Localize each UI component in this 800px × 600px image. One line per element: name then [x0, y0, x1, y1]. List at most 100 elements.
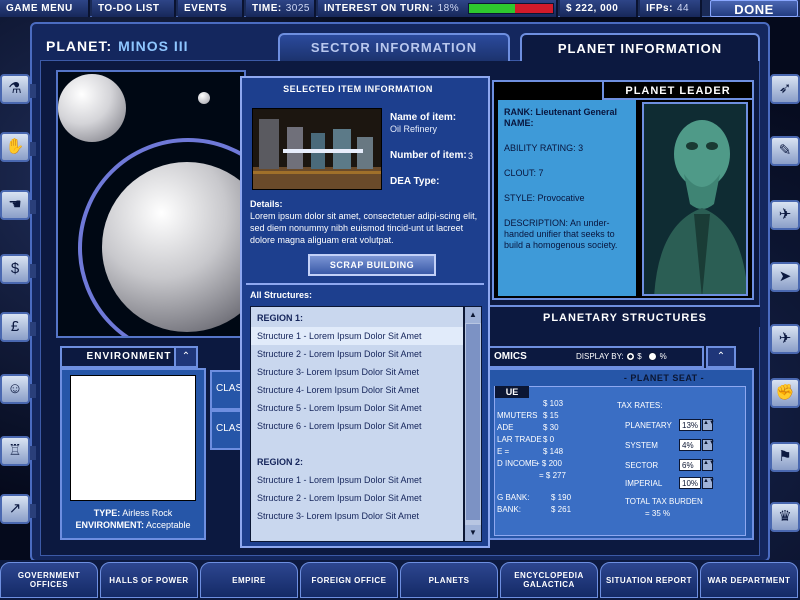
tax-label-imperial: IMPERIAL [625, 479, 663, 488]
display-by-label: DISPLAY BY: [576, 352, 624, 361]
game-menu-button[interactable]: GAME MENU [0, 0, 90, 17]
ifps-value: 44 [676, 3, 690, 14]
time-label: TIME: [252, 3, 282, 14]
scroll-down-icon[interactable]: ▼ [465, 525, 481, 541]
tab-planetary-structures[interactable]: PLANETARY STRUCTURES [490, 305, 760, 327]
tab-foreign-office[interactable]: FOREIGN OFFICE [300, 562, 398, 598]
flask-icon[interactable]: ⚗ [0, 74, 36, 104]
oil-refinery-image [252, 108, 382, 190]
tab-encyclopedia-galactica[interactable]: ENCYCLOPEDIA GALACTICA [500, 562, 598, 598]
economics-tab[interactable]: UE [495, 386, 529, 398]
tax-stepper-sector[interactable]: ▲▼ [702, 459, 715, 471]
tab-halls-of-power[interactable]: HALLS OF POWER [100, 562, 198, 598]
time-display: TIME: 3025 [246, 0, 316, 17]
econ-row-value: $ 148 [543, 447, 564, 456]
tax-stepper-system[interactable]: ▲▼ [702, 439, 715, 451]
todo-list-button[interactable]: TO-DO LIST [92, 0, 176, 17]
interest-bar-fill [469, 4, 516, 13]
environment-collapse-icon[interactable]: ⌃ [174, 346, 198, 368]
scroll-up-icon[interactable]: ▲ [465, 307, 481, 323]
tax-rates-label: TAX RATES: [617, 401, 663, 410]
scroll-thumb[interactable] [466, 324, 480, 520]
region-header: REGION 2: [257, 457, 304, 467]
tax-label-planetary: PLANETARY [625, 421, 672, 430]
trophy-icon[interactable]: ♛ [770, 502, 800, 532]
org-chart-icon[interactable]: ♖ [0, 436, 36, 466]
scrap-building-button[interactable]: SCRAP BUILDING [308, 254, 436, 276]
popup-divider [246, 283, 484, 285]
pound-icon[interactable]: £ [0, 312, 36, 342]
hand-icon[interactable]: ☚ [0, 190, 36, 220]
econ-row-value: $ 0 [543, 435, 555, 444]
tax-label-system: SYSTEM [625, 441, 658, 450]
structures-scrollbar[interactable]: ▲ ▼ [464, 306, 482, 542]
all-structures-label: All Structures: [250, 290, 313, 300]
total-tax-value: = 35 % [645, 509, 671, 518]
list-item[interactable]: Structure 2 - Lorem Ipsum Dolor Sit Amet [251, 489, 463, 507]
list-item[interactable]: Structure 4- Lorem Ipsum Dolor Sit Amet [251, 381, 463, 399]
leader-rank: RANK: Lieutenant General [504, 107, 618, 117]
list-item[interactable]: Structure 5 - Lorem Ipsum Dolor Sit Amet [251, 399, 463, 417]
tab-government-offices[interactable]: GOVERNMENT OFFICES [0, 562, 98, 598]
radio-percent[interactable] [648, 352, 658, 362]
tax-input-planetary[interactable]: 13% [679, 419, 701, 431]
leader-description: DESCRIPTION: An under-handed unifier tha… [504, 218, 618, 250]
tab-situation-report[interactable]: SITUATION REPORT [600, 562, 698, 598]
rocket-icon[interactable]: ➶ [770, 74, 800, 104]
environment-rating: ENVIRONMENT: Acceptable [62, 520, 204, 530]
handshake-icon[interactable]: ✋ [0, 132, 36, 162]
econ-row-label: MMUTERS [497, 411, 538, 420]
ifps-display: IFPs: 44 [640, 0, 702, 17]
interest-display: INTEREST ON TURN: 18% [318, 0, 558, 17]
econ-row-label: ADE [497, 423, 514, 432]
line-chart-icon[interactable]: ↗ [0, 494, 36, 524]
tab-empire[interactable]: EMPIRE [200, 562, 298, 598]
list-item[interactable]: Structure 1 - Lorem Ipsum Dolor Sit Amet [251, 471, 463, 489]
dollar-icon[interactable]: $ [0, 254, 36, 284]
wrench-icon[interactable]: ✎ [770, 136, 800, 166]
tax-input-sector[interactable]: 6% [679, 459, 701, 471]
details-label: Details: [250, 199, 283, 209]
tax-stepper-imperial[interactable]: ▲▼ [702, 477, 715, 489]
region-header: REGION 1: [257, 313, 304, 323]
type-label: TYPE: [93, 508, 121, 518]
done-button[interactable]: DONE [710, 0, 798, 17]
list-item[interactable]: Structure 2 - Lorem Ipsum Dolor Sit Amet [251, 345, 463, 363]
radio-percent-label: % [659, 352, 667, 361]
leader-clout: CLOUT: 7 [504, 168, 544, 178]
item-number-label: Number of item: [390, 150, 467, 161]
tab-sector-information[interactable]: SECTOR INFORMATION [278, 33, 510, 61]
environment-label: ENVIRONMENT: [75, 520, 144, 530]
planet-view [56, 70, 246, 338]
events-button[interactable]: EVENTS [178, 0, 244, 17]
people-icon[interactable]: ☺ [0, 374, 36, 404]
tab-war-department[interactable]: WAR DEPARTMENT [700, 562, 798, 598]
plane-icon[interactable]: ✈ [770, 200, 800, 230]
popup-drag-handle[interactable] [468, 76, 490, 94]
selected-item-title: SELECTED ITEM INFORMATION [283, 84, 433, 94]
tab-planets[interactable]: PLANETS [400, 562, 498, 598]
interest-value: 18% [437, 3, 460, 14]
list-item[interactable]: Structure 6 - Lorem Ipsum Dolor Sit Amet [251, 417, 463, 435]
tax-input-imperial[interactable]: 10% [679, 477, 701, 489]
fighter-icon[interactable]: ➤ [770, 262, 800, 292]
leader-info: RANK: Lieutenant General NAME: ABILITY R… [498, 100, 636, 296]
economics-collapse-icon[interactable]: ⌃ [706, 346, 736, 368]
fist-icon[interactable]: ✊ [770, 378, 800, 408]
tax-stepper-planetary[interactable]: ▲▼ [702, 419, 715, 431]
tax-input-system[interactable]: 4% [679, 439, 701, 451]
tab-planet-information[interactable]: PLANET INFORMATION [520, 33, 760, 61]
jets-icon[interactable]: ✈ [770, 324, 800, 354]
econ-row-value: $ 103 [543, 399, 564, 408]
leader-ability: ABILITY RATING: 3 [504, 143, 584, 153]
item-number-value: 3 [468, 151, 474, 161]
planet-leader-header: PLANET LEADER [602, 82, 752, 100]
econ-row-value: $ 15 [543, 411, 559, 420]
list-item[interactable]: Structure 1 - Lorem Ipsum Dolor Sit Amet [251, 327, 463, 345]
flag-icon[interactable]: ⚑ [770, 442, 800, 472]
list-item[interactable]: Structure 3- Lorem Ipsum Dolor Sit Amet [251, 507, 463, 525]
planet-title: PLANET: MINOS III [46, 38, 189, 54]
list-item[interactable]: Structure 3- Lorem Ipsum Dolor Sit Amet [251, 363, 463, 381]
radio-dollar[interactable] [625, 352, 635, 362]
planet-leader-panel: PLANET LEADER RANK: Lieutenant General N… [492, 80, 754, 300]
